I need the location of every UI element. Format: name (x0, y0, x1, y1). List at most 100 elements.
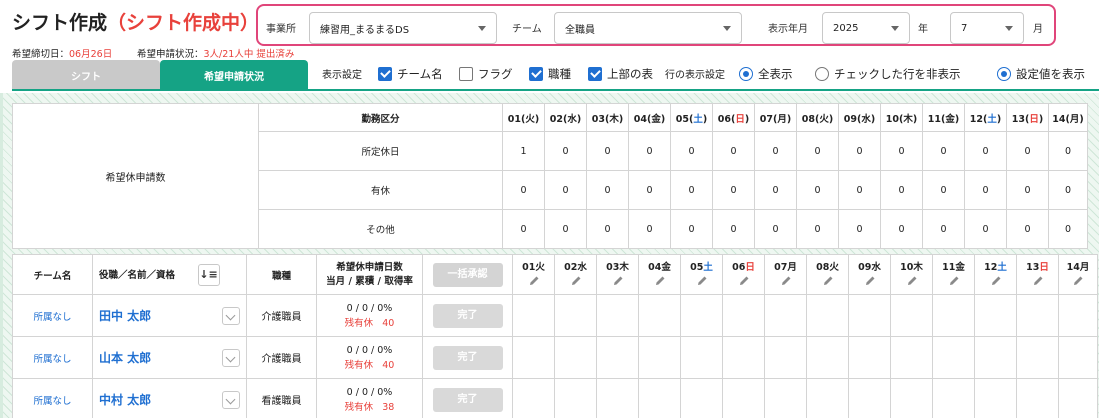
day-cell[interactable] (596, 336, 639, 379)
day-cell[interactable] (806, 294, 849, 337)
summary-cell: 0 (754, 131, 797, 171)
day-cell[interactable] (554, 336, 597, 379)
month-label: 表示年月 (768, 24, 808, 35)
day-cell[interactable] (848, 378, 891, 418)
staff-name[interactable]: 山本 太郎 (99, 351, 151, 365)
year-select[interactable]: 2025 (822, 12, 910, 44)
day-cell[interactable] (932, 336, 975, 379)
summary-cell: 0 (922, 131, 965, 171)
day-cell[interactable] (974, 378, 1017, 418)
tab-shift[interactable]: シフト (12, 60, 160, 90)
staff-team[interactable]: 所属なし (12, 294, 93, 337)
day-edit-header[interactable]: 11金 (932, 254, 975, 295)
chevron-down-icon[interactable] (222, 348, 240, 367)
summary-cell: 0 (586, 131, 629, 171)
day-cell[interactable] (512, 378, 555, 418)
office-select-value: 練習用_まるまるDS (320, 24, 410, 36)
day-cell[interactable] (1016, 378, 1059, 418)
day-cell[interactable] (680, 378, 723, 418)
day-cell[interactable] (848, 294, 891, 337)
day-cell[interactable] (890, 378, 933, 418)
day-cell[interactable] (890, 336, 933, 379)
day-edit-header[interactable]: 14月 (1058, 254, 1098, 295)
top-table-checkbox[interactable]: 上部の表 (588, 66, 653, 82)
month-select[interactable]: 7 (950, 12, 1024, 44)
day-cell[interactable] (638, 378, 681, 418)
day-cell[interactable] (1058, 378, 1098, 418)
day-cell[interactable] (806, 336, 849, 379)
day-edit-header[interactable]: 13日 (1016, 254, 1059, 295)
day-cell[interactable] (1016, 294, 1059, 337)
office-select[interactable]: 練習用_まるまるDS (309, 12, 497, 44)
staff-name[interactable]: 田中 太郎 (99, 309, 151, 323)
show-all-radio[interactable]: 全表示 (739, 66, 793, 82)
day-cell[interactable] (680, 336, 723, 379)
staff-team[interactable]: 所属なし (12, 336, 93, 379)
sort-icon[interactable]: ↓≡ (198, 263, 221, 286)
day-cell[interactable] (554, 294, 597, 337)
summary-cell: 0 (712, 170, 755, 210)
day-cell[interactable] (764, 378, 807, 418)
day-cell[interactable] (932, 378, 975, 418)
shift-status-label: （シフト作成中） (107, 12, 260, 34)
day-edit-header[interactable]: 08火 (806, 254, 849, 295)
hide-checked-radio[interactable]: チェックした行を非表示 (815, 66, 961, 82)
day-edit-header[interactable]: 06日 (722, 254, 765, 295)
checkbox-checked-icon (588, 67, 602, 81)
show-settings-radio[interactable]: 設定値を表示 (997, 66, 1085, 82)
day-cell[interactable] (974, 294, 1017, 337)
day-cell[interactable] (680, 294, 723, 337)
day-cell[interactable] (596, 294, 639, 337)
tab-request-status[interactable]: 希望申請状況 (160, 60, 308, 90)
team-name-checkbox[interactable]: チーム名 (378, 66, 443, 82)
day-cell[interactable] (890, 294, 933, 337)
flag-checkbox[interactable]: フラグ (459, 66, 513, 82)
day-edit-header[interactable]: 07月 (764, 254, 807, 295)
request-days-header-line2: 当月 / 累積 / 取得率 (326, 275, 413, 287)
day-edit-header[interactable]: 12土 (974, 254, 1017, 295)
bulk-approve-button[interactable]: 一括承認 (432, 262, 503, 287)
day-cell[interactable] (1058, 336, 1098, 379)
day-edit-header[interactable]: 09水 (848, 254, 891, 295)
complete-button[interactable]: 完了 (432, 387, 503, 412)
staff-name[interactable]: 中村 太郎 (99, 393, 151, 407)
day-edit-header[interactable]: 03木 (596, 254, 639, 295)
day-cell[interactable] (1058, 294, 1098, 337)
summary-cell: 0 (502, 170, 545, 210)
day-edit-header[interactable]: 02水 (554, 254, 597, 295)
day-cell[interactable] (554, 378, 597, 418)
day-cell[interactable] (764, 336, 807, 379)
day-header: 09(水) (838, 103, 881, 132)
job-type-checkbox[interactable]: 職種 (529, 66, 571, 82)
chevron-down-icon[interactable] (222, 306, 240, 325)
summary-cell: 0 (628, 131, 671, 171)
day-cell[interactable] (722, 378, 765, 418)
staff-header-row: チーム名 役職／名前／資格 ↓≡ 職種 希望休申請日数 当月 / 累積 / 取得… (12, 254, 1098, 295)
day-cell[interactable] (722, 336, 765, 379)
remaining-leave-label: 残有休 (344, 401, 374, 413)
day-cell[interactable] (512, 336, 555, 379)
team-select[interactable]: 全職員 (554, 12, 742, 44)
day-cell[interactable] (848, 336, 891, 379)
day-cell[interactable] (932, 294, 975, 337)
complete-button[interactable]: 完了 (432, 345, 503, 370)
day-cell[interactable] (638, 294, 681, 337)
day-cell[interactable] (512, 294, 555, 337)
day-cell[interactable] (722, 294, 765, 337)
day-cell[interactable] (806, 378, 849, 418)
day-edit-header[interactable]: 04金 (638, 254, 681, 295)
chevron-down-icon (723, 25, 731, 31)
day-edit-header[interactable]: 05土 (680, 254, 723, 295)
complete-button[interactable]: 完了 (432, 303, 503, 328)
chevron-down-icon[interactable] (222, 390, 240, 409)
day-edit-header[interactable]: 10木 (890, 254, 933, 295)
day-cell[interactable] (974, 336, 1017, 379)
category-header: 勤務区分 (258, 103, 503, 132)
day-edit-header[interactable]: 01火 (512, 254, 555, 295)
day-cell[interactable] (1016, 336, 1059, 379)
day-cell[interactable] (596, 378, 639, 418)
day-cell[interactable] (764, 294, 807, 337)
day-cell[interactable] (638, 336, 681, 379)
staff-team[interactable]: 所属なし (12, 378, 93, 418)
summary-cell: 0 (502, 209, 545, 249)
